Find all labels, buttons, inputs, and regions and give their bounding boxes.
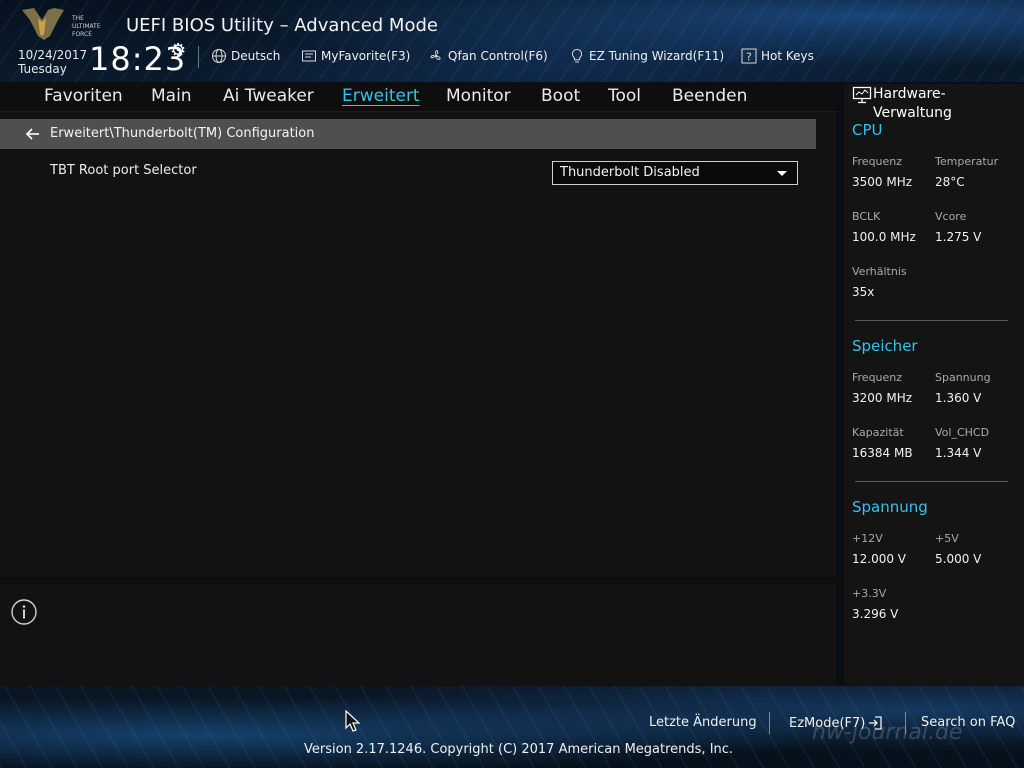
cpu-temperature-value: 28°C <box>935 175 965 189</box>
ratio-value: 35x <box>852 285 875 299</box>
footer-divider <box>769 712 770 734</box>
panel-divider <box>855 481 1008 482</box>
memory-frequency-value: 3200 MHz <box>852 391 913 405</box>
last-change-button[interactable]: Letzte Änderung <box>649 715 757 730</box>
settings-gear-icon[interactable]: ⚙ <box>170 40 186 61</box>
tab-erweitert[interactable]: Erweitert <box>342 86 420 106</box>
qfan-control-button[interactable]: Qfan Control(F6) <box>428 47 548 65</box>
cpu-temperature-label: Temperatur <box>935 155 999 168</box>
tab-tool[interactable]: Tool <box>608 86 641 106</box>
favorite-card-icon <box>302 50 316 62</box>
tbt-root-port-select[interactable]: Thunderbolt Disabled <box>552 161 798 185</box>
hot-keys-label: Hot Keys <box>761 49 814 63</box>
date: 10/24/2017 <box>18 48 88 62</box>
tab-boot[interactable]: Boot <box>541 86 580 106</box>
tbt-root-port-value: Thunderbolt Disabled <box>560 165 700 180</box>
ezmode-button[interactable]: EzMode(F7) <box>789 715 883 731</box>
bclk-value: 100.0 MHz <box>852 230 916 244</box>
v33-value: 3.296 V <box>852 607 899 621</box>
hot-keys-button[interactable]: ? Hot Keys <box>741 47 814 65</box>
vcore-label: Vcore <box>935 210 967 223</box>
settings-content: Erweitert\Thunderbolt(TM) Configuration … <box>0 112 836 577</box>
panel-divider <box>855 320 1008 321</box>
ez-tuning-wizard-button[interactable]: EZ Tuning Wizard(F11) <box>569 47 724 65</box>
header-divider <box>198 46 199 68</box>
tuf-logo: THE ULTIMATE FORCE <box>20 6 112 42</box>
svg-text:?: ? <box>746 51 752 64</box>
v33-label: +3.3V <box>852 587 887 600</box>
globe-icon <box>212 49 226 63</box>
cpu-frequency-label: Frequenz <box>852 155 903 168</box>
tab-main[interactable]: Main <box>151 86 192 106</box>
voltage-heading: Spannung <box>852 498 928 516</box>
bclk-label: BCLK <box>852 210 881 223</box>
search-faq-label: Search on FAQ <box>921 715 1016 730</box>
ratio-label: Verhältnis <box>852 265 907 278</box>
memory-frequency-label: Frequenz <box>852 371 903 384</box>
main-menu: Favoriten Main Ai Tweaker Erweitert Moni… <box>0 82 838 112</box>
footer-divider <box>905 712 906 734</box>
memory-voltage-value: 1.360 V <box>935 391 982 405</box>
mouse-cursor-icon <box>345 710 361 732</box>
ezmode-label: EzMode(F7) <box>789 715 866 731</box>
qfan-label: Qfan Control(F6) <box>448 49 548 63</box>
vol-chcd-value: 1.344 V <box>935 446 982 460</box>
question-icon: ? <box>741 48 757 64</box>
v5-label: +5V <box>935 532 959 545</box>
copyright: Version 2.17.1246. Copyright (C) 2017 Am… <box>304 742 734 757</box>
cpu-frequency-value: 3500 MHz <box>852 175 913 189</box>
memory-heading: Speicher <box>852 337 918 355</box>
caret-down-icon <box>777 171 787 176</box>
back-arrow-icon[interactable] <box>24 125 42 143</box>
breadcrumb: Erweitert\Thunderbolt(TM) Configuration <box>50 126 315 141</box>
brand-line-1: THE <box>71 15 84 22</box>
ez-tuning-label: EZ Tuning Wizard(F11) <box>589 49 725 63</box>
language-label: Deutsch <box>231 49 281 63</box>
fan-icon <box>430 50 441 61</box>
tab-beenden[interactable]: Beenden <box>672 86 747 106</box>
tab-favoriten[interactable]: Favoriten <box>44 86 123 106</box>
vcore-value: 1.275 V <box>935 230 982 244</box>
v12-label: +12V <box>852 532 883 545</box>
language-button[interactable]: Deutsch <box>211 47 280 65</box>
hardware-monitor-panel: Hardware-Verwaltung CPU Frequenz 3500 MH… <box>844 84 1024 686</box>
tbt-root-port-label[interactable]: TBT Root port Selector <box>50 163 197 178</box>
memory-voltage-label: Spannung <box>935 371 991 384</box>
cpu-heading: CPU <box>852 121 883 139</box>
last-change-label: Letzte Änderung <box>649 715 757 730</box>
v5-value: 5.000 V <box>935 552 982 566</box>
weekday: Tuesday <box>18 62 67 76</box>
vol-chcd-label: Vol_CHCD <box>935 426 990 439</box>
tab-ai-tweaker[interactable]: Ai Tweaker <box>223 86 314 106</box>
memory-capacity-value: 16384 MB <box>852 446 913 460</box>
lightbulb-icon <box>571 48 583 63</box>
breadcrumb-bar: Erweitert\Thunderbolt(TM) Configuration <box>0 119 816 149</box>
v12-value: 12.000 V <box>852 552 907 566</box>
brand-line-3: FORCE <box>72 31 92 38</box>
help-panel <box>0 584 836 686</box>
tab-monitor[interactable]: Monitor <box>446 86 511 106</box>
info-icon <box>11 599 37 625</box>
myfavorite-label: MyFavorite(F3) <box>321 49 411 63</box>
myfavorite-button[interactable]: MyFavorite(F3) <box>301 47 410 65</box>
hardware-panel-title: Hardware-Verwaltung <box>873 86 952 121</box>
search-faq-button[interactable]: Search on FAQ <box>921 715 1015 730</box>
monitor-icon <box>852 86 872 104</box>
app-title: UEFI BIOS Utility – Advanced Mode <box>126 15 438 36</box>
memory-capacity-label: Kapazität <box>852 426 904 439</box>
exit-arrow-icon <box>869 716 883 730</box>
brand-line-2: ULTIMATE <box>72 23 101 30</box>
